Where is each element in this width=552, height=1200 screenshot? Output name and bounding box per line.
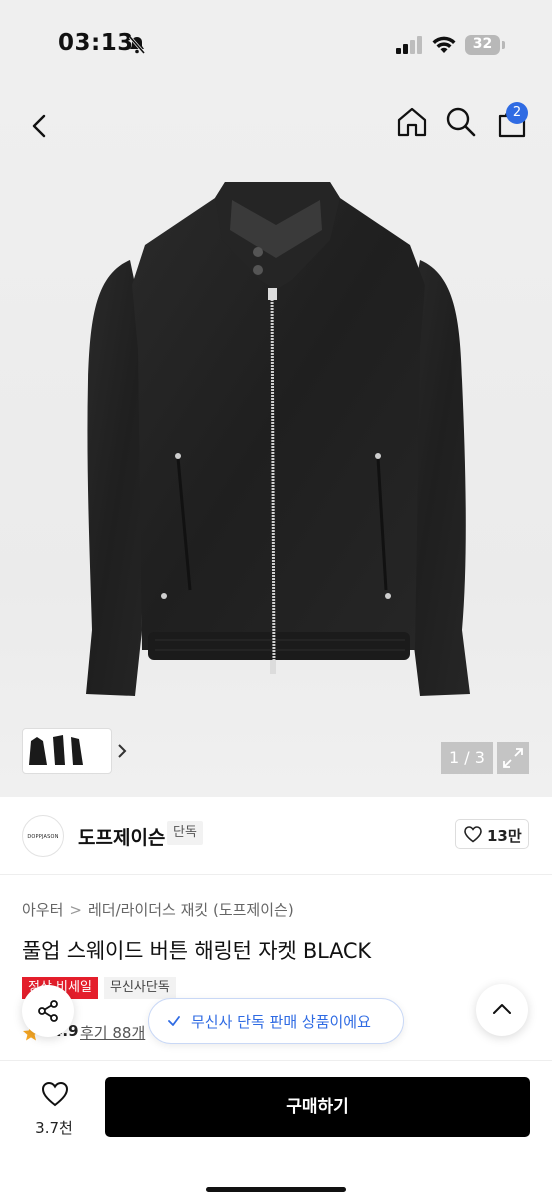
brand-like-button[interactable]: 13만	[455, 819, 529, 849]
brand-like-count: 13만	[487, 827, 522, 845]
thumbnail-strip[interactable]	[22, 728, 127, 774]
breadcrumb-separator: >	[69, 901, 82, 919]
exclusive-badge: 무신사단독	[104, 977, 176, 999]
share-icon	[38, 1000, 58, 1022]
heart-icon	[464, 826, 482, 843]
battery-indicator: 32	[465, 35, 505, 55]
buy-button[interactable]: 구매하기	[105, 1077, 530, 1137]
wishlist-count: 3.7천	[35, 1119, 73, 1137]
product-image-gallery[interactable]: 2 1 / 3	[0, 90, 552, 797]
breadcrumb-subcategory[interactable]: 레더/라이더스 재킷 (도프제이슨)	[88, 901, 294, 919]
review-count-link[interactable]: 후기 88개	[80, 1022, 145, 1043]
cart-count-badge: 2	[506, 102, 528, 124]
scroll-top-button[interactable]	[476, 984, 528, 1036]
wishlist-button[interactable]: 3.7천	[18, 1079, 90, 1143]
brand-exclusive-tag: 단독	[167, 821, 203, 845]
home-icon[interactable]	[394, 104, 430, 140]
image-counter: 1 / 3	[441, 742, 493, 774]
battery-level: 32	[472, 36, 493, 52]
bell-off-icon	[128, 36, 146, 54]
brand-row[interactable]: DOPPJASON 도프제이슨 단독 13만	[0, 797, 552, 875]
home-indicator	[206, 1187, 346, 1192]
bottom-action-bar: 3.7천 구매하기	[0, 1060, 552, 1200]
search-icon[interactable]	[443, 104, 479, 140]
brand-name[interactable]: 도프제이슨	[78, 823, 165, 850]
status-time: 03:13	[58, 30, 134, 56]
expand-icon[interactable]	[497, 742, 529, 774]
share-button[interactable]	[22, 985, 74, 1037]
signal-icon	[396, 36, 422, 54]
toast-message: 무신사 단독 판매 상품이에요	[191, 1013, 371, 1031]
thumbnail-images	[29, 735, 83, 765]
exclusive-toast: 무신사 단독 판매 상품이에요	[148, 998, 404, 1044]
status-bar: 03:13 32	[0, 0, 552, 90]
product-image	[86, 182, 470, 696]
chevron-up-icon	[493, 1004, 511, 1014]
breadcrumb-category[interactable]: 아우터	[22, 901, 63, 919]
check-icon	[168, 1016, 180, 1026]
wifi-icon	[432, 36, 456, 53]
heart-icon	[41, 1081, 69, 1107]
brand-logo[interactable]: DOPPJASON	[22, 815, 64, 857]
breadcrumb: 아우터 > 레더/라이더스 재킷 (도프제이슨)	[22, 899, 294, 920]
product-title: 풀업 스웨이드 버튼 해링턴 자켓 BLACK	[22, 939, 371, 963]
back-icon[interactable]	[22, 108, 58, 144]
chevron-right-icon[interactable]	[115, 741, 129, 761]
